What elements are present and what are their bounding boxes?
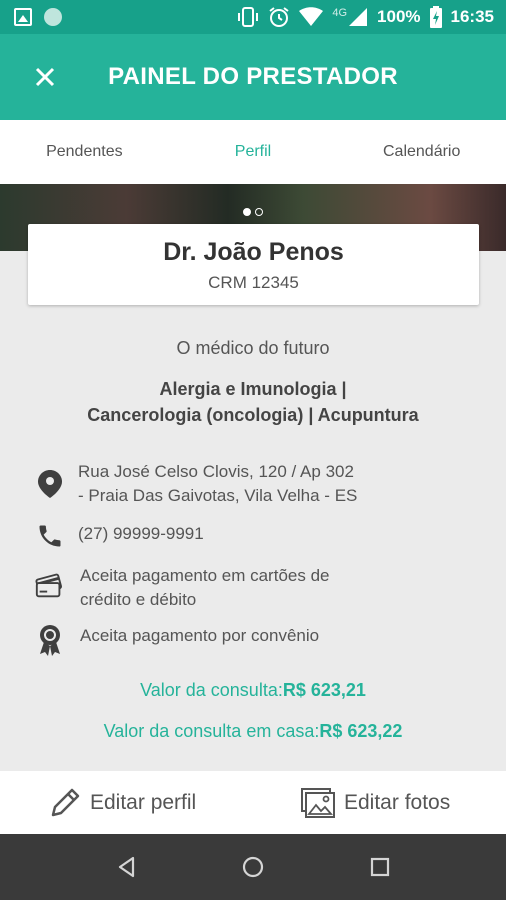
doctor-specialties: Alergia e Imunologia | Cancerologia (onc… — [40, 376, 466, 428]
signal-icon — [349, 8, 368, 26]
app-bar: PAINEL DO PRESTADOR — [0, 34, 506, 120]
app-notification-icon — [44, 8, 62, 26]
vibrate-icon — [238, 7, 259, 27]
page-title: PAINEL DO PRESTADOR — [108, 63, 398, 90]
home-icon[interactable] — [239, 853, 267, 881]
edit-photos-label: Editar fotos — [344, 790, 451, 814]
tab-bar: Pendentes Perfil Calendário — [0, 120, 506, 184]
card-payment-line: Aceita pagamento em cartões de — [80, 566, 330, 585]
tab-pendentes[interactable]: Pendentes — [0, 120, 169, 184]
specialties-line: Alergia e Imunologia | — [159, 379, 347, 399]
carousel-dot — [255, 208, 263, 216]
photos-icon — [301, 787, 335, 818]
address-line: Rua José Celso Clovis, 120 / Ap 302 — [78, 462, 354, 481]
tab-perfil[interactable]: Perfil — [169, 120, 338, 184]
alarm-icon — [269, 7, 289, 27]
specialties-line: Cancerologia (oncologia) | Acupuntura — [87, 405, 419, 425]
consultation-price: Valor da consulta:R$ 623,21 — [0, 680, 506, 701]
award-ribbon-icon — [40, 625, 60, 656]
clock: 16:35 — [450, 7, 494, 26]
action-bar: Editar perfil Editar fotos — [0, 771, 506, 834]
gallery-notification-icon — [14, 8, 32, 26]
back-icon[interactable] — [113, 853, 141, 881]
phone-number: (27) 99999-9991 — [78, 524, 204, 543]
recents-icon[interactable] — [366, 853, 394, 881]
network-type: 4G — [332, 7, 348, 19]
credit-cards-icon — [35, 573, 62, 598]
profile-card: Dr. João Penos CRM 12345 — [28, 224, 479, 305]
insurance-row: Aceita pagamento por convênio — [34, 624, 484, 656]
card-payment-line: crédito e débito — [80, 590, 197, 609]
home-consultation-price: Valor da consulta em casa:R$ 623,22 — [0, 721, 506, 742]
status-bar: 4G 100% 16:35 — [0, 0, 506, 34]
card-payment-row: Aceita pagamento em cartões de crédito e… — [34, 564, 484, 612]
home-price-label: Valor da consulta em casa: — [103, 721, 320, 741]
home-price-value: R$ 623,22 — [319, 721, 403, 741]
edit-profile-button[interactable]: Editar perfil — [48, 771, 196, 834]
carousel-dot-active — [243, 208, 251, 216]
doctor-bio: O médico do futuro — [176, 338, 330, 358]
doctor-name: Dr. João Penos — [163, 238, 344, 266]
tab-calendario[interactable]: Calendário — [337, 120, 506, 184]
edit-profile-label: Editar perfil — [90, 790, 197, 814]
carousel-indicator — [243, 208, 263, 216]
doctor-crm: CRM 12345 — [208, 273, 299, 292]
battery-charging-icon — [429, 6, 442, 28]
battery-percent: 100% — [377, 7, 421, 26]
price-value: R$ 623,21 — [282, 680, 366, 700]
phone-row[interactable]: (27) 99999-9991 — [34, 522, 484, 550]
edit-photos-button[interactable]: Editar fotos — [300, 771, 450, 834]
system-navigation-bar — [0, 834, 506, 900]
location-pin-icon — [38, 470, 62, 498]
phone-icon — [39, 525, 61, 547]
insurance-text: Aceita pagamento por convênio — [80, 626, 320, 645]
wifi-icon — [299, 7, 324, 26]
address-row: Rua José Celso Clovis, 120 / Ap 302 - Pr… — [34, 460, 484, 508]
address-line: - Praia Das Gaivotas, Vila Velha - ES — [78, 486, 358, 505]
price-label: Valor da consulta: — [140, 680, 283, 700]
pencil-icon — [51, 788, 80, 816]
